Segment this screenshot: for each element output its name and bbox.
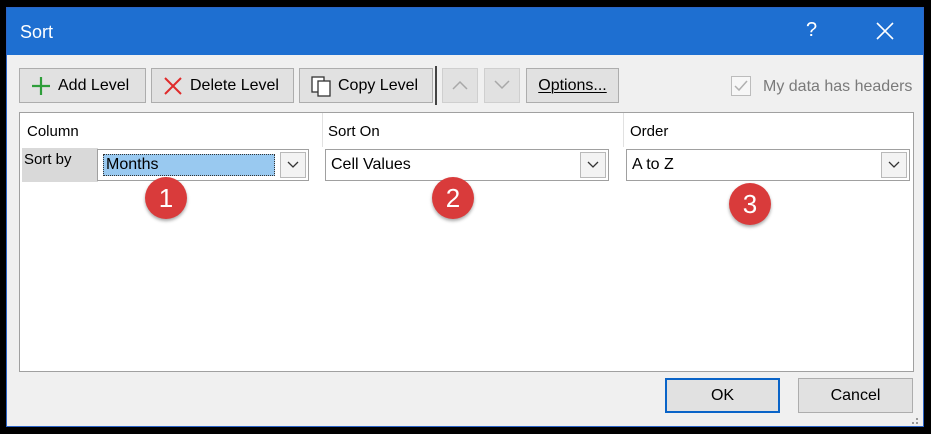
chevron-down-icon — [494, 77, 510, 95]
chevron-down-icon[interactable] — [881, 152, 907, 178]
move-up-button[interactable] — [442, 68, 478, 103]
column-divider — [322, 113, 323, 147]
options-button[interactable]: Options... — [526, 68, 619, 103]
options-label: Options... — [538, 76, 607, 94]
sort-on-header: Sort On — [328, 123, 380, 140]
order-select-value: A to Z — [632, 156, 674, 173]
sort-on-select-value: Cell Values — [331, 156, 411, 173]
step-badge-1: 1 — [145, 177, 187, 219]
chevron-down-icon[interactable] — [580, 152, 606, 178]
plus-icon — [30, 75, 52, 97]
copy-icon — [310, 75, 332, 97]
order-select[interactable]: A to Z — [626, 149, 910, 181]
column-divider — [623, 113, 624, 147]
checkmark-icon — [734, 80, 748, 92]
delete-level-label: Delete Level — [190, 76, 279, 94]
add-level-label: Add Level — [58, 76, 130, 94]
step-badge-2: 2 — [432, 177, 474, 219]
column-select[interactable]: Months — [97, 149, 309, 181]
chevron-down-icon[interactable] — [280, 152, 306, 178]
column-select-value: Months — [103, 154, 275, 176]
sort-dialog: Sort ? Add Level Delete Level Copy Level — [6, 7, 924, 427]
column-header: Column — [27, 123, 79, 140]
headers-label: My data has headers — [763, 78, 913, 95]
chevron-up-icon — [452, 77, 468, 95]
copy-level-label: Copy Level — [338, 76, 419, 94]
step-badge-3: 3 — [729, 183, 771, 225]
headers-checkbox[interactable] — [731, 76, 751, 96]
sort-by-label: Sort by — [24, 151, 72, 168]
resize-grip-icon[interactable] — [909, 412, 919, 424]
sort-on-select[interactable]: Cell Values — [325, 149, 609, 181]
add-level-button[interactable]: Add Level — [19, 68, 146, 103]
close-icon[interactable] — [873, 19, 897, 43]
title-bar: Sort ? — [7, 8, 923, 55]
order-header: Order — [630, 123, 669, 140]
toolbar-separator — [435, 66, 437, 105]
delete-level-button[interactable]: Delete Level — [151, 68, 294, 103]
help-button[interactable]: ? — [806, 19, 817, 42]
copy-level-button[interactable]: Copy Level — [299, 68, 433, 103]
move-down-button[interactable] — [484, 68, 520, 103]
delete-x-icon — [162, 75, 184, 97]
dialog-title: Sort — [20, 22, 54, 42]
sort-levels-grid: Column Sort On Order Sort by Months Cell… — [19, 112, 914, 372]
cancel-button[interactable]: Cancel — [798, 378, 913, 413]
ok-button[interactable]: OK — [665, 378, 780, 413]
